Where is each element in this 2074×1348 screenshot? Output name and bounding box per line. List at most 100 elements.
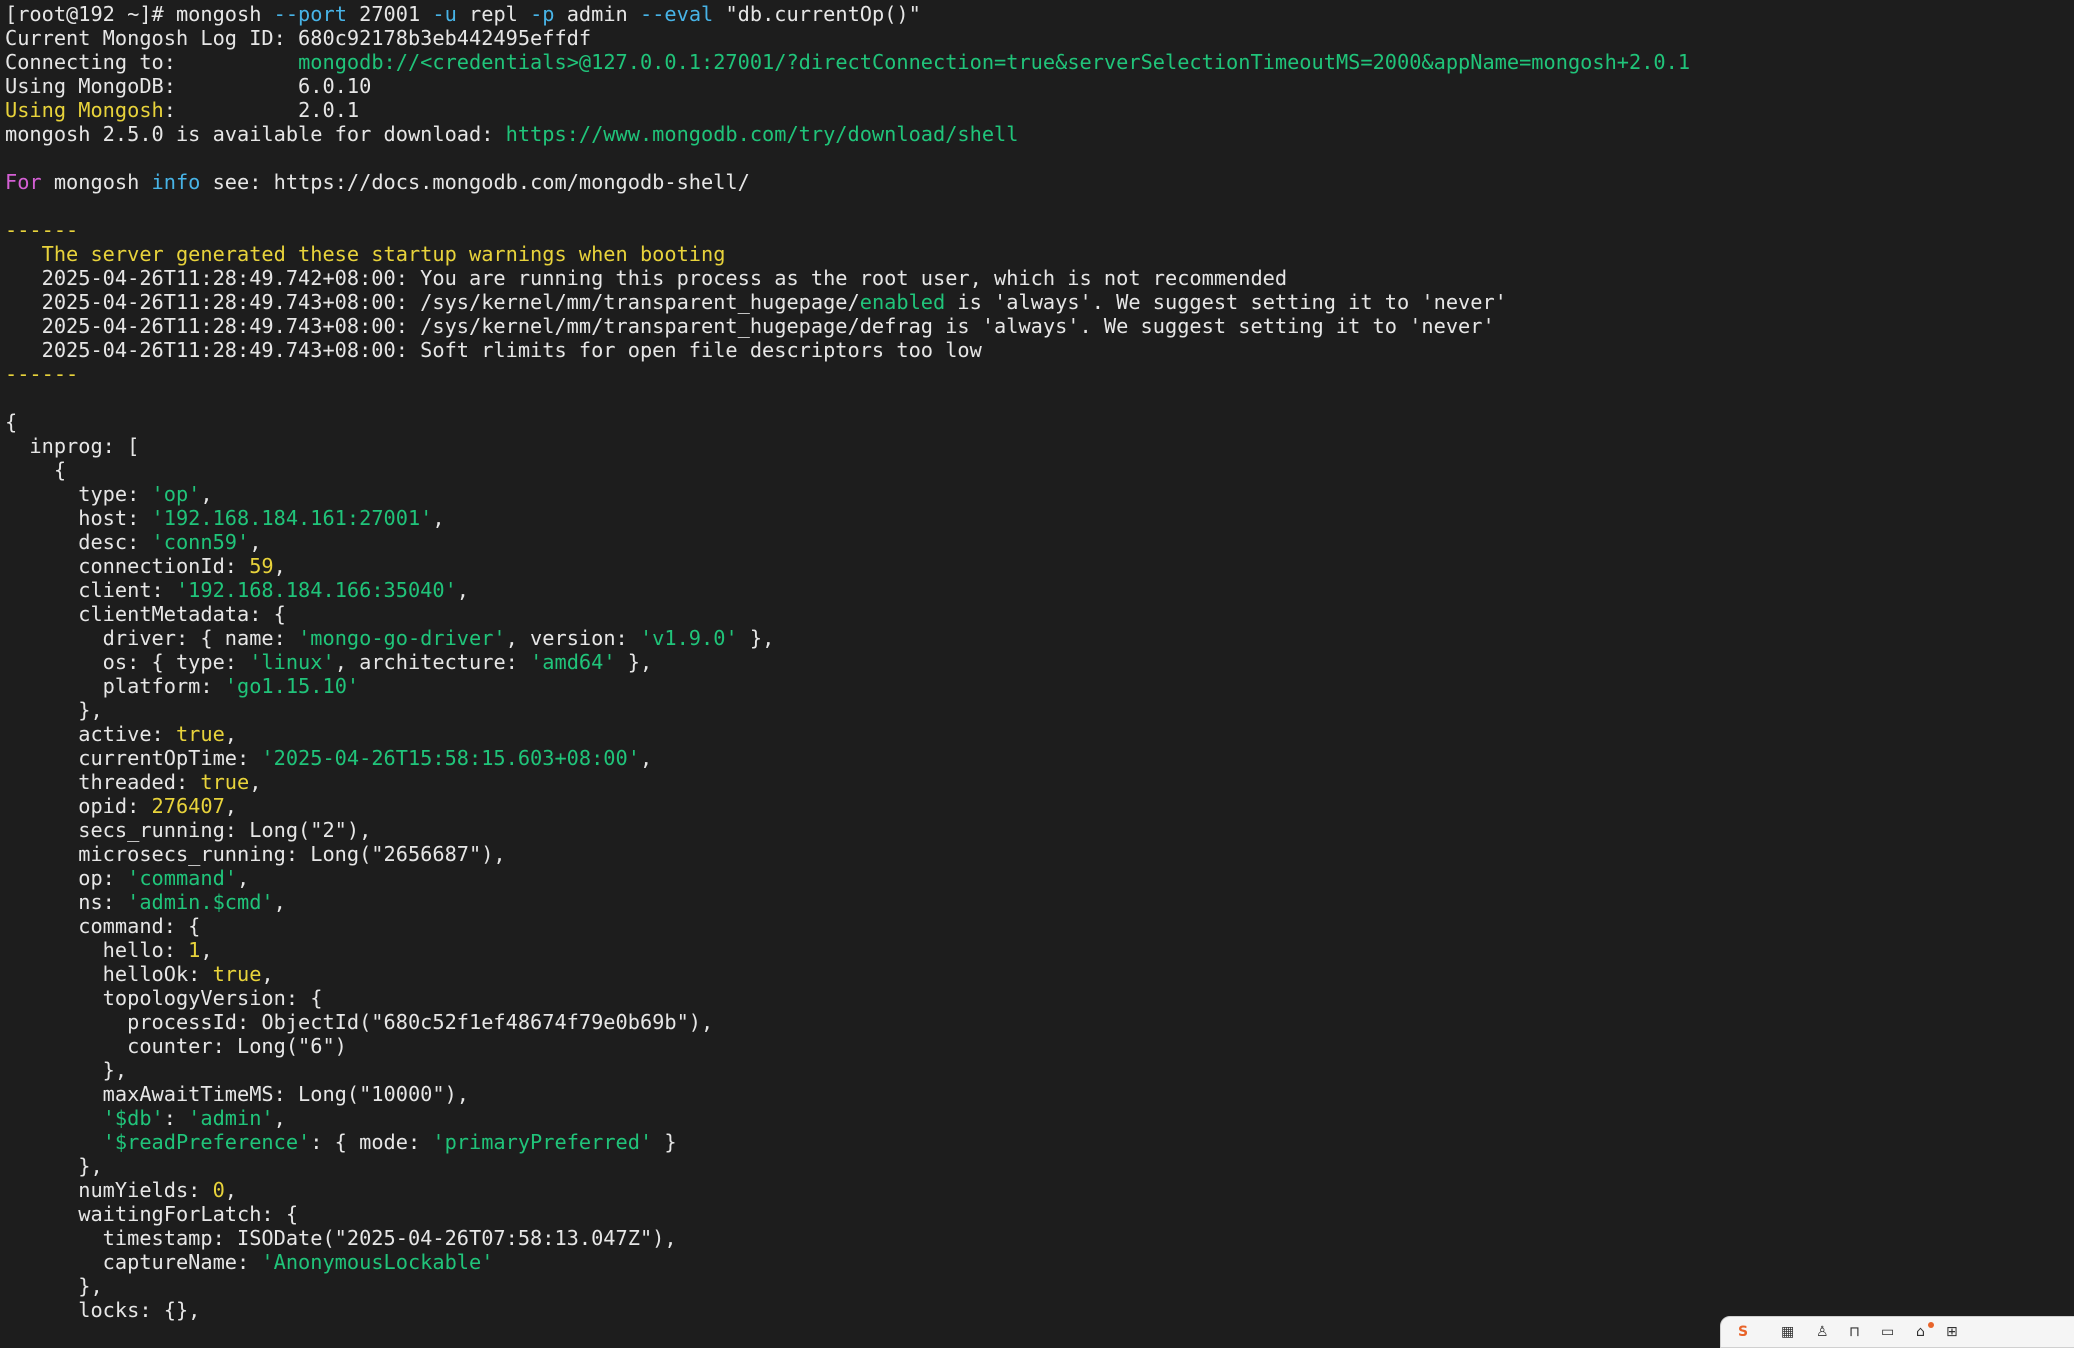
terminal-line: 2025-04-26T11:28:49.742+08:00: You are r… xyxy=(5,266,1690,290)
terminal-text: } xyxy=(652,1130,677,1154)
terminal-text: admin xyxy=(554,2,640,26)
terminal-text: clientMetadata: { xyxy=(5,602,286,626)
terminal-text: , xyxy=(200,482,213,506)
terminal-text: op: xyxy=(5,866,128,890)
terminal-line: timestamp: ISODate("2025-04-26T07:58:13.… xyxy=(5,1226,1690,1250)
terminal-text: 2025-04-26T11:28:49.742+08:00: You are r… xyxy=(5,266,1288,290)
terminal-text: }, xyxy=(5,1154,103,1178)
terminal-text: -p xyxy=(530,2,555,26)
terminal-text: 0 xyxy=(212,1178,225,1202)
terminal-text: 27001 xyxy=(346,2,433,26)
terminal-line: secs_running: Long("2"), xyxy=(5,818,1690,842)
terminal-line: opid: 276407, xyxy=(5,794,1690,818)
terminal-line: inprog: [ xyxy=(5,434,1690,458)
terminal-line: maxAwaitTimeMS: Long("10000"), xyxy=(5,1082,1690,1106)
terminal-line: The server generated these startup warni… xyxy=(5,242,1690,266)
notification-dot xyxy=(1928,1322,1934,1328)
terminal-text: inprog: [ xyxy=(5,434,140,458)
terminal-text: mongosh xyxy=(41,170,152,194)
terminal-text: , xyxy=(273,554,286,578)
terminal-text: , xyxy=(249,530,262,554)
terminal-line: active: true, xyxy=(5,722,1690,746)
terminal-text: currentOpTime: xyxy=(5,746,262,770)
terminal-text: [root@192 ~]# mongosh xyxy=(5,2,274,26)
terminal-text: os: { type: xyxy=(5,650,250,674)
terminal-text: : xyxy=(163,1106,189,1130)
terminal-text: '2025-04-26T15:58:15.603+08:00' xyxy=(261,746,640,770)
terminal-text: platform: xyxy=(5,674,225,698)
keyboard-icon[interactable]: ▭ xyxy=(1881,1325,1899,1339)
terminal-text: , xyxy=(639,746,653,770)
terminal-line: mongosh 2.5.0 is available for download:… xyxy=(5,122,1690,146)
terminal-line: }, xyxy=(5,698,1690,722)
terminal-text: --port xyxy=(273,2,347,26)
terminal-text: 'conn59' xyxy=(151,530,250,554)
terminal-text: 'command' xyxy=(127,866,238,890)
terminal-text: The server generated these startup warni… xyxy=(5,242,726,266)
terminal-text: , xyxy=(200,938,213,962)
terminal-text: active: xyxy=(5,722,176,746)
terminal-text: secs_running: Long("2"), xyxy=(5,818,372,842)
terminal-text: waitingForLatch: { xyxy=(5,1202,299,1226)
terminal-line: 2025-04-26T11:28:49.743+08:00: /sys/kern… xyxy=(5,290,1690,314)
terminal-line: microsecs_running: Long("2656687"), xyxy=(5,842,1690,866)
terminal-text: { xyxy=(5,458,67,482)
person-icon[interactable]: ♙ xyxy=(1816,1325,1834,1339)
terminal-line: numYields: 0, xyxy=(5,1178,1690,1202)
terminal-text: 'v1.9.0' xyxy=(639,626,738,650)
terminal-line: topologyVersion: { xyxy=(5,986,1690,1010)
terminal-text: }, xyxy=(5,698,103,722)
lock-icon[interactable]: ⊓ xyxy=(1849,1325,1867,1339)
terminal-text: is 'always'. We suggest setting it to 'n… xyxy=(945,290,1507,314)
terminal-text: 'admin' xyxy=(188,1106,274,1130)
terminal-line: processId: ObjectId("680c52f1ef48674f79e… xyxy=(5,1010,1690,1034)
terminal-line: [root@192 ~]# mongosh --port 27001 -u re… xyxy=(5,2,1690,26)
terminal-text: see: https://docs.mongodb.com/mongodb-sh… xyxy=(200,170,750,194)
terminal-text: timestamp: ISODate("2025-04-26T07:58:13.… xyxy=(5,1226,677,1250)
terminal-text: microsecs_running: Long("2656687"), xyxy=(5,842,506,866)
terminal-line: desc: 'conn59', xyxy=(5,530,1690,554)
terminal-text: info xyxy=(151,170,201,194)
terminal-text: Connecting to: xyxy=(5,50,299,74)
terminal-line: platform: 'go1.15.10' xyxy=(5,674,1690,698)
terminal-line: client: '192.168.184.166:35040', xyxy=(5,578,1690,602)
terminal-text: }, xyxy=(737,626,775,650)
terminal-text: captureName: xyxy=(5,1250,262,1274)
terminal-line: ------ xyxy=(5,218,1690,242)
terminal-text: ------ xyxy=(5,362,79,386)
terminal-line: driver: { name: 'mongo-go-driver', versi… xyxy=(5,626,1690,650)
terminal-text: client: xyxy=(5,578,176,602)
terminal-line: connectionId: 59, xyxy=(5,554,1690,578)
terminal-text: enabled xyxy=(859,290,946,314)
terminal-window[interactable]: [root@192 ~]# mongosh --port 27001 -u re… xyxy=(0,0,2074,1335)
terminal-text: ------ xyxy=(5,218,79,242)
terminal-text: connectionId: xyxy=(5,554,250,578)
terminal-line: }, xyxy=(5,1058,1690,1082)
terminal-text: '192.168.184.166:35040' xyxy=(175,578,457,602)
terminal-text: true xyxy=(212,962,262,986)
terminal-text: Using Mongosh xyxy=(5,98,164,122)
terminal-line: For mongosh info see: https://docs.mongo… xyxy=(5,170,1690,194)
terminal-text: desc: xyxy=(5,530,152,554)
grid-icon[interactable]: ⊞ xyxy=(1946,1325,1964,1339)
terminal-text: , xyxy=(456,578,470,602)
terminal-line: counter: Long("6") xyxy=(5,1034,1690,1058)
terminal-text: type: xyxy=(5,482,152,506)
terminal-text: '192.168.184.161:27001' xyxy=(151,506,433,530)
terminal-text: 2025-04-26T11:28:49.743+08:00: /sys/kern… xyxy=(5,314,1495,338)
ime-icon[interactable]: S xyxy=(1738,1325,1756,1339)
terminal-text: , xyxy=(273,890,286,914)
terminal-text: 'mongo-go-driver' xyxy=(298,626,506,650)
terminal-line: Using Mongosh: 2.0.1 xyxy=(5,98,1690,122)
terminal-text: , xyxy=(273,1106,286,1130)
terminal-text: Using MongoDB: 6.0.10 xyxy=(5,74,372,98)
terminal-text: 59 xyxy=(249,554,274,578)
terminal-line: '$readPreference': { mode: 'primaryPrefe… xyxy=(5,1130,1690,1154)
terminal-line: }, xyxy=(5,1274,1690,1298)
calendar-icon[interactable]: ▦ xyxy=(1781,1325,1799,1339)
terminal-line: Connecting to: mongodb://<credentials>@1… xyxy=(5,50,1690,74)
terminal-text: 2025-04-26T11:28:49.743+08:00: Soft rlim… xyxy=(5,338,982,362)
terminal-text: true xyxy=(200,770,250,794)
terminal-line: locks: {}, xyxy=(5,1298,1690,1322)
